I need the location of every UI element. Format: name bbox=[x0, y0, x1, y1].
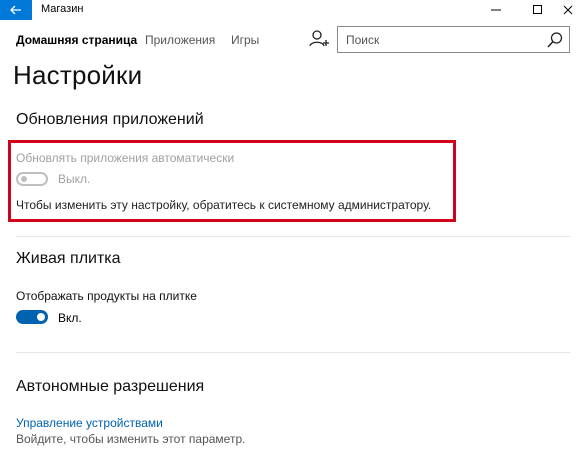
user-add-icon bbox=[309, 30, 329, 47]
title-bar: Магазин bbox=[0, 0, 582, 20]
manage-devices-link[interactable]: Управление устройствами bbox=[16, 416, 163, 430]
app-title: Магазин bbox=[41, 3, 84, 15]
close-button[interactable] bbox=[554, 0, 582, 20]
search-input[interactable] bbox=[338, 27, 546, 52]
search-box bbox=[337, 26, 570, 53]
auto-update-state: Выкл. bbox=[58, 172, 91, 186]
user-account-button[interactable] bbox=[309, 28, 329, 50]
section-app-updates-header: Обновления приложений bbox=[16, 111, 204, 128]
search-icon[interactable] bbox=[546, 31, 564, 49]
auto-update-toggle[interactable] bbox=[16, 172, 48, 186]
nav-apps[interactable]: Приложения bbox=[145, 33, 215, 47]
live-tile-state: Вкл. bbox=[58, 311, 82, 325]
toggle-knob bbox=[21, 176, 27, 182]
section-live-tile-header: Живая плитка bbox=[16, 250, 121, 267]
section-offline-header: Автономные разрешения bbox=[16, 378, 205, 395]
admin-note: Чтобы изменить эту настройку, обратитесь… bbox=[16, 198, 432, 212]
divider bbox=[16, 352, 570, 353]
page-title: Настройки bbox=[13, 60, 143, 90]
maximize-icon bbox=[533, 5, 542, 14]
divider bbox=[16, 236, 570, 237]
sign-in-hint: Войдите, чтобы изменить этот параметр. bbox=[16, 432, 246, 446]
live-tile-label: Отображать продукты на плитке bbox=[16, 289, 197, 303]
toggle-knob bbox=[37, 313, 45, 321]
nav-home[interactable]: Домашняя страница bbox=[16, 33, 137, 47]
store-settings-window: Магазин Домашняя страница Приложения Игр… bbox=[0, 0, 582, 461]
close-icon bbox=[563, 5, 573, 15]
auto-update-label: Обновлять приложения автоматически bbox=[16, 151, 235, 165]
back-button[interactable] bbox=[0, 0, 32, 20]
minimize-icon bbox=[491, 9, 501, 11]
live-tile-toggle[interactable] bbox=[16, 310, 48, 324]
minimize-button[interactable] bbox=[482, 0, 510, 20]
nav-games[interactable]: Игры bbox=[231, 33, 259, 47]
arrow-left-icon bbox=[10, 5, 21, 15]
maximize-button[interactable] bbox=[524, 0, 552, 20]
